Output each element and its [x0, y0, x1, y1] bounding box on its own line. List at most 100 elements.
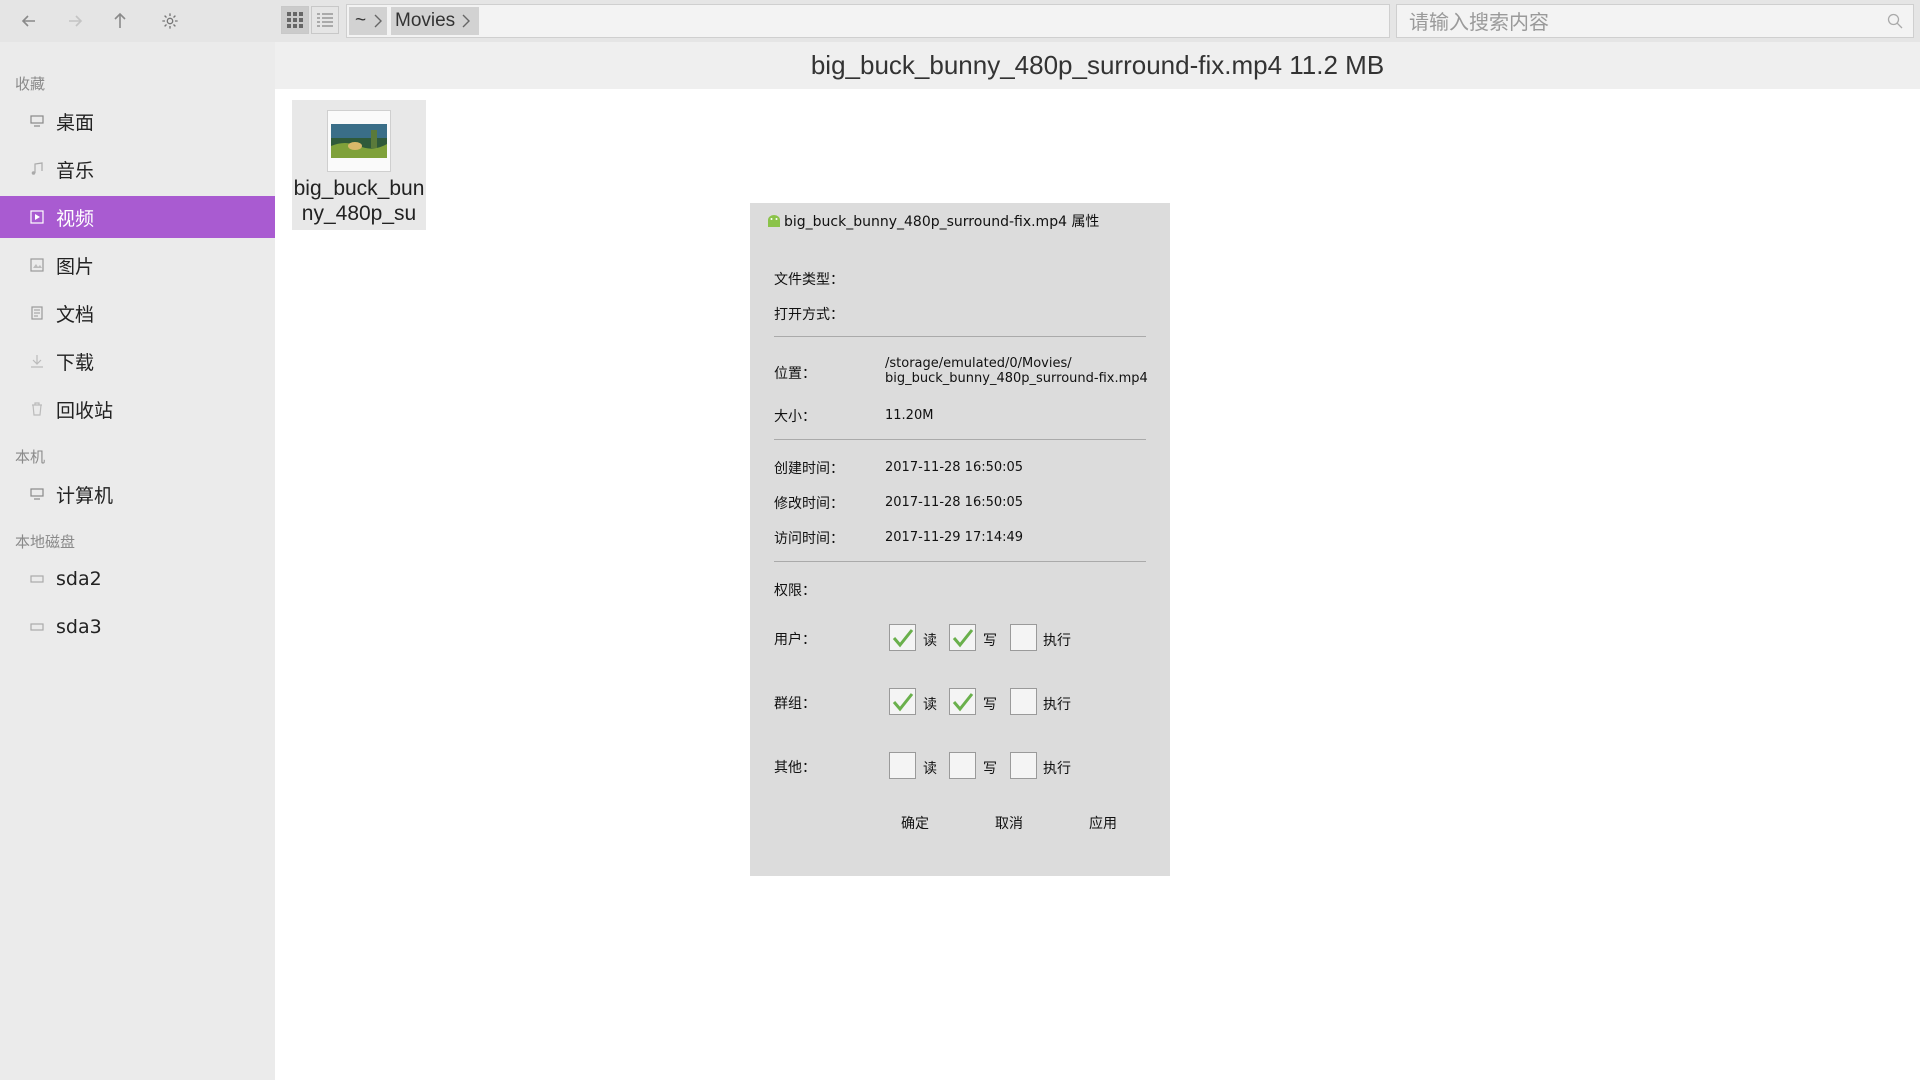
perm-write-label: 写	[983, 633, 997, 649]
size-value: 11.20M	[885, 408, 934, 423]
other-read-checkbox[interactable]	[889, 752, 916, 779]
sidebar-item-label: sda2	[56, 568, 102, 590]
created-value: 2017-11-28 16:50:05	[885, 460, 1024, 475]
dialog-title-bar: big_buck_bunny_480p_surround-fix.mp4 属性	[766, 211, 1099, 231]
sidebar-item-desktop[interactable]: 桌面	[0, 100, 275, 142]
computer-icon	[28, 485, 46, 503]
sidebar-item-trash[interactable]: 回收站	[0, 388, 275, 430]
perm-exec-label: 执行	[1043, 697, 1071, 713]
file-item[interactable]: big_buck_bunny_480p_su	[292, 100, 426, 230]
arrow-up-icon	[114, 12, 126, 28]
checkmark-icon	[952, 692, 973, 711]
sidebar-item-label: sda3	[56, 616, 102, 638]
section-label-local-disks: 本地磁盘	[15, 533, 76, 551]
cancel-button[interactable]: 取消	[995, 813, 1023, 833]
location-value: /storage/emulated/0/Movies/ big_buck_bun…	[885, 356, 1148, 386]
chevron-right-icon	[462, 14, 471, 28]
arrow-right-icon	[69, 15, 83, 27]
search-input[interactable]	[1407, 5, 1871, 39]
apply-button[interactable]: 应用	[1089, 813, 1117, 833]
dialog-title: big_buck_bunny_480p_surround-fix.mp4 属性	[784, 214, 1100, 230]
file-type-label: 文件类型：	[774, 272, 844, 288]
user-write-checkbox[interactable]	[949, 624, 976, 651]
forward-button[interactable]	[60, 6, 90, 36]
perm-write-label: 写	[983, 697, 997, 713]
breadcrumb-home[interactable]: ~	[349, 7, 387, 35]
sidebar-item-label: 桌面	[56, 111, 95, 134]
download-icon	[28, 352, 46, 370]
settings-button[interactable]	[155, 6, 185, 36]
music-icon	[28, 160, 46, 178]
accessed-label: 访问时间：	[774, 531, 844, 547]
properties-dialog: big_buck_bunny_480p_surround-fix.mp4 属性 …	[750, 203, 1170, 876]
group-exec-checkbox[interactable]	[1010, 688, 1037, 715]
disk-icon	[28, 618, 46, 636]
search-icon[interactable]	[1887, 13, 1903, 29]
video-icon	[28, 208, 46, 226]
perm-read-label: 读	[923, 761, 937, 777]
perm-other-label: 其他：	[774, 760, 816, 776]
perm-write-label: 写	[983, 761, 997, 777]
accessed-value: 2017-11-29 17:14:49	[885, 530, 1024, 545]
list-view-button[interactable]	[311, 6, 339, 34]
section-label-this-machine: 本机	[15, 448, 46, 466]
path-bar[interactable]: ~ Movies	[346, 4, 1390, 38]
breadcrumb-home-label: ~	[355, 10, 367, 31]
breadcrumb-movies-label: Movies	[395, 10, 456, 31]
search-box[interactable]	[1396, 4, 1914, 39]
sidebar: 收藏 桌面 音乐 视频 图片 文档 下载 回收站 本机 计算机 本地磁盘 sda…	[0, 42, 275, 1080]
sidebar-item-sda3[interactable]: sda3	[0, 606, 275, 648]
ok-button[interactable]: 确定	[901, 813, 929, 833]
sidebar-item-label: 计算机	[56, 484, 114, 507]
sidebar-item-documents[interactable]: 文档	[0, 292, 275, 334]
other-exec-checkbox[interactable]	[1010, 752, 1037, 779]
size-label: 大小：	[774, 409, 816, 425]
toolbar: ~ Movies	[0, 0, 1920, 42]
divider	[774, 439, 1146, 440]
modified-label: 修改时间：	[774, 496, 844, 512]
breadcrumb-movies[interactable]: Movies	[391, 7, 479, 35]
sidebar-item-video[interactable]: 视频	[0, 196, 275, 238]
back-button[interactable]	[14, 6, 44, 36]
section-label-favorites: 收藏	[15, 75, 46, 93]
video-thumbnail	[327, 110, 391, 172]
divider	[774, 561, 1146, 562]
group-write-checkbox[interactable]	[949, 688, 976, 715]
grid-icon	[287, 12, 303, 28]
location-value-line2: big_buck_bunny_480p_surround-fix.mp4	[885, 371, 1148, 386]
arrow-left-icon	[21, 15, 35, 27]
checkmark-icon	[892, 692, 913, 711]
grid-view-button[interactable]	[281, 6, 309, 34]
sidebar-item-sda2[interactable]: sda2	[0, 558, 275, 600]
file-name-label: big_buck_bunny_480p_su	[293, 177, 425, 225]
sidebar-item-computer[interactable]: 计算机	[0, 473, 275, 515]
checkmark-icon	[952, 628, 973, 647]
document-icon	[28, 304, 46, 322]
group-read-checkbox[interactable]	[889, 688, 916, 715]
sidebar-item-music[interactable]: 音乐	[0, 148, 275, 190]
android-icon	[768, 215, 780, 227]
chevron-right-icon	[374, 14, 383, 28]
desktop-icon	[28, 112, 46, 130]
sidebar-item-pictures[interactable]: 图片	[0, 244, 275, 286]
video-thumbnail-image	[331, 124, 387, 158]
checkmark-icon	[892, 628, 913, 647]
user-read-checkbox[interactable]	[889, 624, 916, 651]
sidebar-item-label: 图片	[56, 255, 95, 278]
other-write-checkbox[interactable]	[949, 752, 976, 779]
perm-read-label: 读	[923, 633, 937, 649]
perm-group-label: 群组：	[774, 696, 816, 712]
location-label: 位置：	[774, 366, 816, 382]
sidebar-item-label: 回收站	[56, 399, 114, 422]
perm-user-label: 用户：	[774, 632, 816, 648]
sidebar-item-label: 视频	[56, 207, 95, 230]
perm-read-label: 读	[923, 697, 937, 713]
divider	[774, 336, 1146, 337]
sidebar-item-label: 文档	[56, 303, 95, 326]
up-button[interactable]	[105, 6, 135, 36]
perm-exec-label: 执行	[1043, 761, 1071, 777]
user-exec-checkbox[interactable]	[1010, 624, 1037, 651]
sidebar-item-downloads[interactable]: 下载	[0, 340, 275, 382]
file-info-header: big_buck_bunny_480p_surround-fix.mp4 11.…	[275, 42, 1920, 89]
list-icon	[317, 13, 333, 27]
